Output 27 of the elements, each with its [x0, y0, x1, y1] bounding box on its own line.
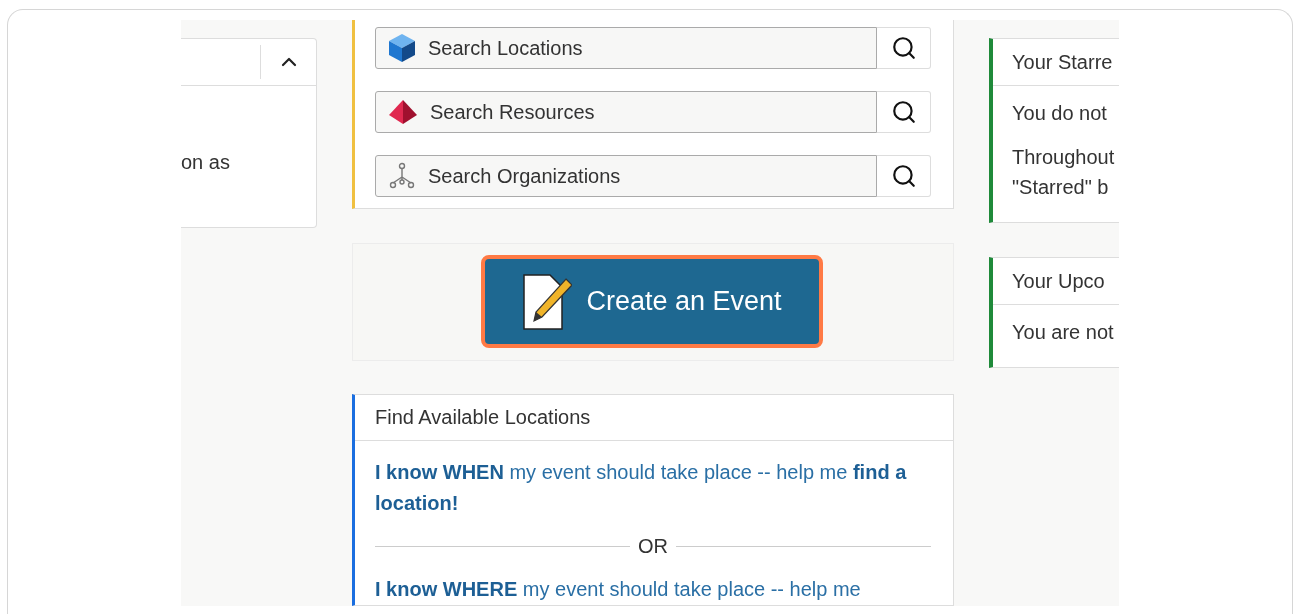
search-icon [890, 99, 917, 125]
field-placeholder: Search Resources [430, 100, 595, 124]
or-divider-text: OR [638, 535, 668, 558]
search-field[interactable]: Search Locations [375, 27, 877, 69]
org-chart-icon [388, 162, 416, 190]
card-text: You do not [1012, 101, 1108, 126]
pyramid-icon [388, 99, 418, 125]
search-field[interactable]: Search Organizations [375, 155, 877, 197]
card-title: Find Available Locations [375, 406, 591, 429]
pencil-paper-icon [522, 272, 573, 331]
search-button[interactable] [877, 91, 931, 133]
create-event-button[interactable]: Create an Event [481, 255, 823, 349]
field-placeholder: Search Organizations [428, 164, 621, 188]
card-text: Throughout "Starred" b [1012, 145, 1116, 200]
search-icon [890, 35, 917, 61]
card-title: Your Upco [1012, 269, 1105, 293]
search-icon [890, 163, 917, 189]
search-button[interactable] [877, 155, 931, 197]
card-title: Your Starre [1012, 50, 1113, 74]
card-text: on as [181, 151, 230, 174]
search-field[interactable]: Search Resources [375, 91, 877, 133]
cube-icon [388, 33, 416, 63]
field-placeholder: Search Locations [428, 36, 583, 60]
card-text: You are not [1012, 320, 1115, 345]
find-location-link[interactable]: I know WHEN my event should take place -- help me find a location! [375, 457, 931, 519]
find-location-link[interactable]: I know WHERE my event should take place -- help me [375, 574, 931, 605]
search-button[interactable] [877, 27, 931, 69]
